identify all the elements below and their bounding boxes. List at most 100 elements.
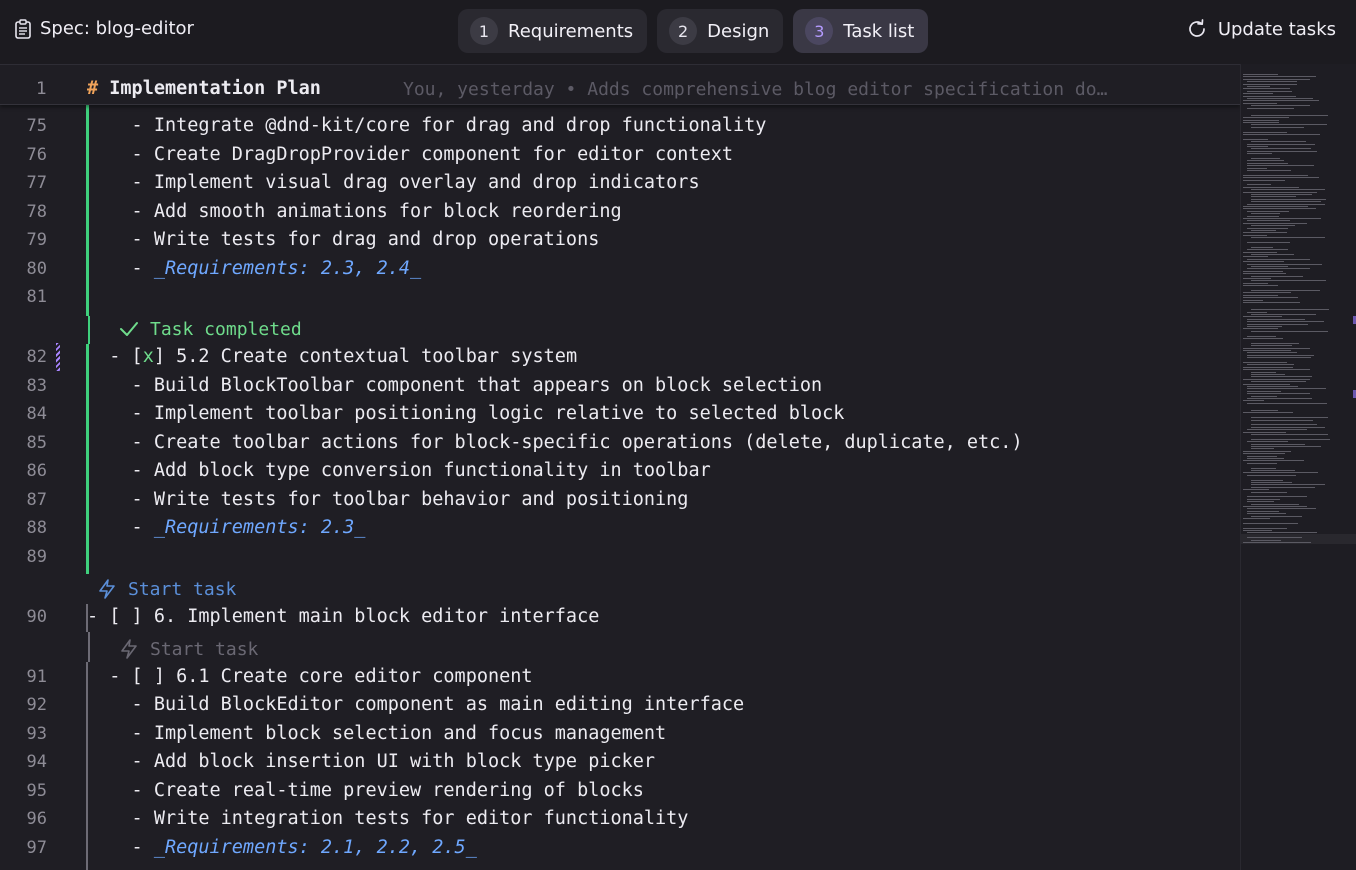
code-line[interactable]: 88 - _Requirements: 2.3_ — [0, 514, 1240, 542]
minimap-code-line — [1251, 275, 1303, 277]
minimap-code-line — [1251, 426, 1325, 428]
update-tasks-button[interactable]: Update tasks — [1186, 18, 1336, 40]
minimap-code-line — [1243, 206, 1308, 207]
minimap-code-line — [1247, 402, 1327, 404]
code-line[interactable]: 84 - Implement toolbar positioning logic… — [0, 400, 1240, 428]
minimap-code-line — [1251, 189, 1325, 191]
code-line[interactable]: 87 - Write tests for toolbar behavior an… — [0, 486, 1240, 514]
line-number: 89 — [26, 547, 47, 567]
minimap-code-line — [1251, 446, 1321, 447]
minimap-code-line — [1243, 294, 1278, 296]
code-line[interactable]: 91 - [ ] 6.1 Create core editor componen… — [0, 663, 1240, 691]
minimap-code-line — [1243, 489, 1269, 491]
minimap-code-line — [1247, 326, 1282, 327]
minimap-code-line — [1251, 395, 1277, 397]
tab-requirements[interactable]: 1 Requirements — [458, 9, 648, 53]
line-prefix: - — [87, 258, 154, 279]
code-line[interactable]: 76 - Create DragDropProvider component f… — [0, 141, 1240, 169]
code-line[interactable]: 75 - Integrate @dnd-kit/core for drag an… — [0, 112, 1240, 140]
line-text: - _Requirements: 2.3_ — [87, 517, 366, 538]
minimap-code-line — [1243, 134, 1320, 135]
start-task-label: Start task — [150, 638, 259, 660]
code-line[interactable]: 78 - Add smooth animations for block reo… — [0, 198, 1240, 226]
minimap-code-line — [1243, 138, 1268, 140]
minimap-code-line — [1243, 383, 1290, 385]
code-line[interactable]: 97 - _Requirements: 2.1, 2.2, 2.5_ — [0, 834, 1240, 862]
line-number: 94 — [26, 752, 47, 772]
code-line[interactable]: 81 — [0, 283, 1240, 311]
update-tasks-label: Update tasks — [1217, 18, 1336, 40]
code-line[interactable]: 80 - _Requirements: 2.3, 2.4_ — [0, 255, 1240, 283]
minimap-code-line — [1247, 357, 1311, 359]
spec-tabs: 1 Requirements 2 Design 3 Task list — [458, 9, 929, 53]
code-line[interactable]: 93 - Implement block selection and focus… — [0, 720, 1240, 748]
minimap-code-line — [1243, 234, 1267, 236]
line-text: - _Requirements: 2.3, 2.4_ — [87, 258, 422, 279]
minimap-code-line — [1247, 160, 1284, 162]
code-line[interactable]: 96 - Write integration tests for editor … — [0, 805, 1240, 833]
code-line[interactable]: 83 - Build BlockToolbar component that a… — [0, 372, 1240, 400]
line-text: - Add smooth animations for block reorde… — [87, 201, 622, 222]
code-line[interactable]: 86 - Add block type conversion functiona… — [0, 457, 1240, 485]
minimap-code-line — [1243, 297, 1298, 299]
code-editor[interactable]: 75 - Integrate @dnd-kit/core for drag an… — [0, 72, 1240, 870]
minimap-code-line — [1247, 474, 1296, 476]
minimap-code-line — [1251, 374, 1285, 375]
tab-label: Design — [707, 20, 770, 42]
minimap-code-line — [1243, 218, 1321, 219]
minimap-code-line — [1243, 117, 1289, 119]
minimap-code-line — [1247, 501, 1274, 503]
minimap-code-line — [1251, 196, 1296, 198]
code-line[interactable]: 82 - [x] 5.2 Create contextual toolbar s… — [0, 343, 1240, 371]
line-text: - Implement block selection and focus ma… — [87, 723, 667, 744]
start-task-label: Start task — [128, 578, 237, 600]
minimap-code-line — [1243, 83, 1297, 85]
code-line[interactable]: 89 — [0, 543, 1240, 571]
tab-task-list[interactable]: 3 Task list — [793, 9, 929, 53]
minimap-code-line — [1243, 119, 1279, 121]
minimap-code-line — [1247, 220, 1290, 222]
tab-design[interactable]: 2 Design — [657, 9, 784, 53]
minimap-code-line — [1247, 393, 1310, 395]
tab-number: 3 — [805, 17, 834, 45]
minimap-code-line — [1247, 462, 1277, 464]
minimap-code-line — [1247, 458, 1284, 459]
minimap-code-line — [1251, 479, 1283, 481]
minimap[interactable] — [1240, 64, 1356, 870]
code-line[interactable]: 79 - Write tests for drag and drop opera… — [0, 226, 1240, 254]
start-task-lens[interactable]: Start task — [96, 575, 236, 603]
minimap-code-line — [1243, 530, 1272, 531]
minimap-code-line — [1247, 167, 1267, 169]
minimap-code-line — [1247, 146, 1268, 147]
minimap-code-line — [1247, 318, 1305, 320]
line-number: 93 — [26, 724, 47, 744]
code-line[interactable]: 95 - Create real-time preview rendering … — [0, 777, 1240, 805]
minimap-code-line — [1247, 352, 1297, 354]
line-number: 78 — [26, 202, 47, 222]
start-task-lens[interactable]: Start task — [118, 635, 258, 663]
code-line[interactable]: 77 - Implement visual drag overlay and d… — [0, 169, 1240, 197]
minimap-code-line — [1251, 410, 1278, 411]
sticky-scroll-header[interactable]: 1 # Implementation Plan You, yesterday •… — [0, 72, 1240, 105]
minimap-code-line — [1251, 417, 1328, 419]
code-line[interactable]: 90 - [ ] 6. Implement main block editor i… — [0, 603, 1240, 631]
line-number: 75 — [26, 116, 47, 136]
line-number: 83 — [26, 376, 47, 396]
line-number: 1 — [36, 79, 47, 99]
line-text: - Integrate @dnd-kit/core for drag and d… — [87, 115, 767, 136]
line-number: 84 — [26, 404, 47, 424]
minimap-code-line — [1247, 354, 1314, 356]
minimap-code-line — [1251, 484, 1325, 486]
line-text: - Implement toolbar positioning logic re… — [87, 403, 845, 424]
line-number: 81 — [26, 287, 47, 307]
minimap-code-line — [1251, 114, 1328, 116]
code-line[interactable]: 92 - Build BlockEditor component as main… — [0, 691, 1240, 719]
minimap-code-line — [1243, 378, 1310, 380]
task-completed-label: Task completed — [150, 318, 302, 340]
tab-number: 1 — [470, 17, 498, 45]
minimap-code-line — [1251, 486, 1315, 488]
minimap-code-line — [1247, 86, 1270, 87]
code-line[interactable]: 94 - Add block insertion UI with block t… — [0, 748, 1240, 776]
code-line[interactable]: 85 - Create toolbar actions for block-sp… — [0, 429, 1240, 457]
line-number: 77 — [26, 173, 47, 193]
